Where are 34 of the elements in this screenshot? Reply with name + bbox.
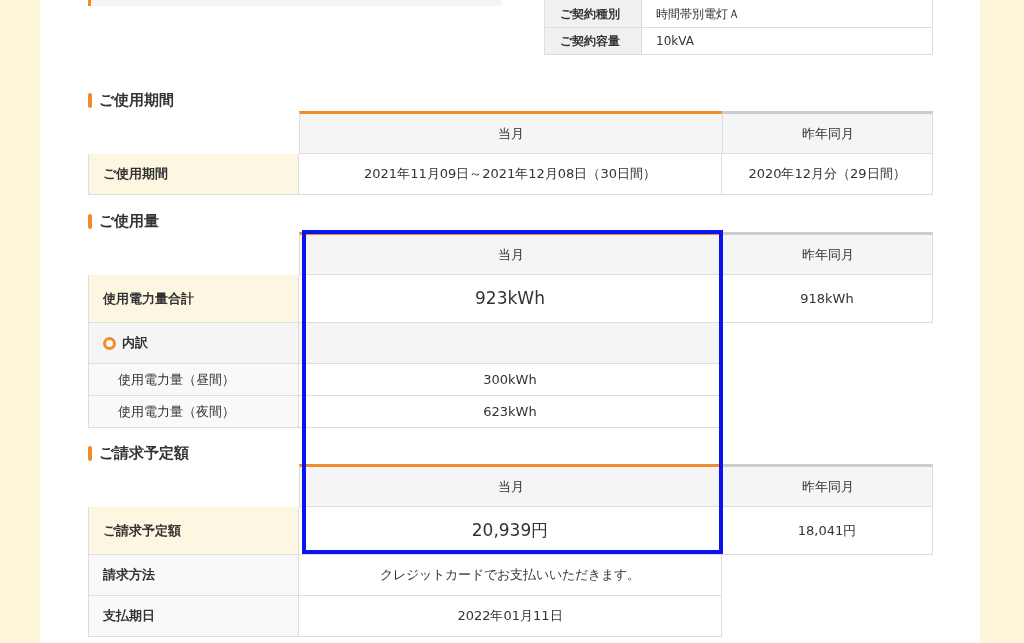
value-cell: 2022年01月11日 (299, 596, 722, 637)
column-header: 昨年同月 (722, 111, 933, 154)
value-cell: 300kWh (299, 364, 722, 396)
group-label: 内訳 (122, 334, 148, 353)
section-heading: ご使用量 (99, 210, 159, 232)
row-label: ご使用期間 (88, 154, 299, 195)
ring-icon (103, 336, 116, 350)
column-header: 昨年同月 (722, 464, 933, 507)
heading-marker-icon (88, 92, 92, 108)
value-cell: 18,041円 (722, 507, 933, 555)
section-heading: ご請求予定額 (99, 442, 189, 464)
row-label: 使用電力量（昼間） (88, 364, 299, 396)
section-heading: ご使用期間 (99, 89, 174, 111)
heading-marker-icon (88, 445, 92, 461)
value-cell: 2021年11月09日～2021年12月08日（30日間） (299, 154, 722, 195)
field-value: 10kVA (655, 33, 695, 50)
row-label: 支払期日 (88, 596, 299, 637)
row-label: ご請求予定額 (88, 507, 299, 555)
value-cell: クレジットカードでお支払いいただきます。 (299, 555, 722, 596)
field-label: ご契約種別 (545, 0, 642, 27)
value-cell: 20,939円 (299, 507, 722, 555)
value-cell: 2020年12月分（29日間） (722, 154, 933, 195)
heading-marker-icon (88, 213, 92, 229)
value-cell: 918kWh (722, 275, 933, 323)
column-header: 当月 (299, 111, 722, 154)
column-header: 昨年同月 (722, 232, 933, 275)
value-cell: 623kWh (299, 396, 722, 428)
column-header: 当月 (299, 232, 722, 275)
row-label: 使用電力量（夜間） (88, 396, 299, 428)
row-label: 使用電力量合計 (88, 275, 299, 323)
field-label: ご契約容量 (545, 28, 642, 54)
column-header: 当月 (299, 464, 722, 507)
field-value: 時間帯別電灯Ａ (655, 5, 741, 23)
row-label: 請求方法 (88, 555, 299, 596)
